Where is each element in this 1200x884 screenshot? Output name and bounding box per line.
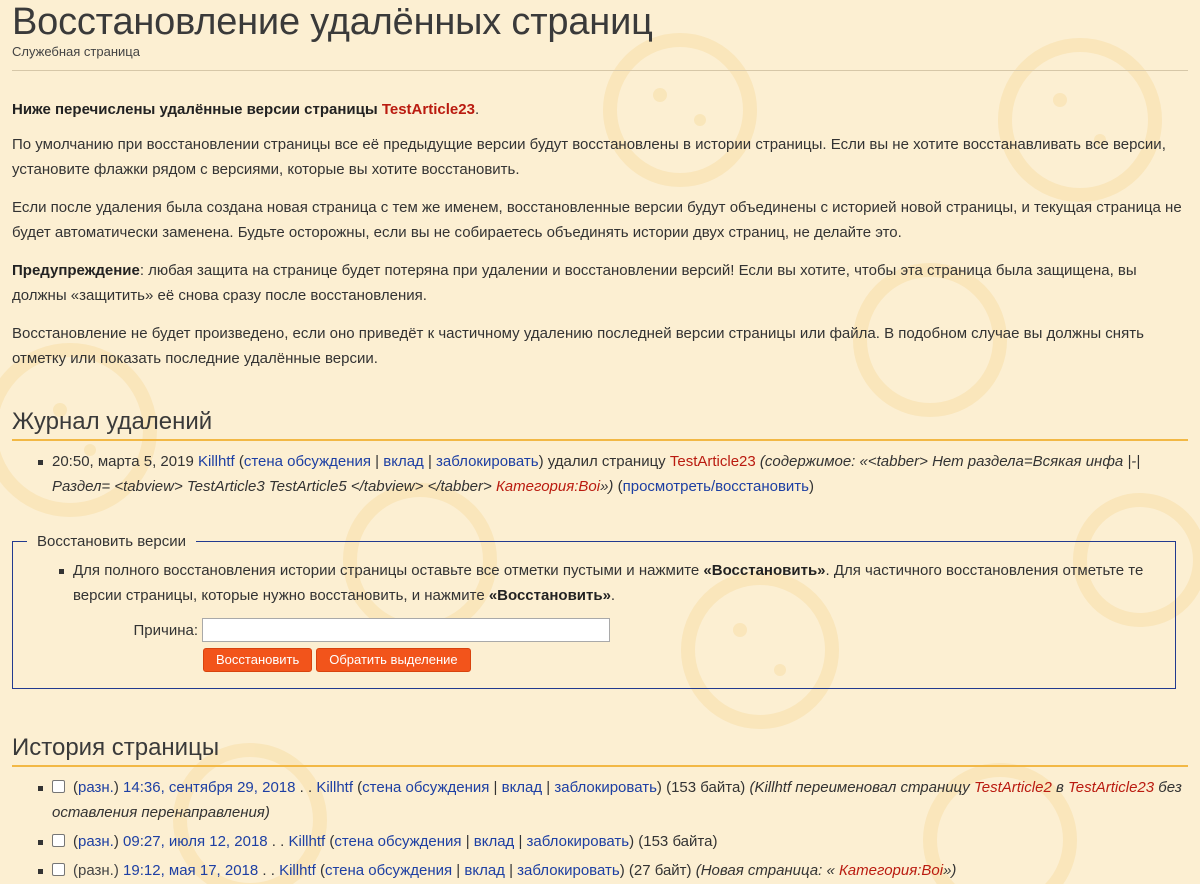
restore-legend: Восстановить версии [37,533,186,550]
warning-label: Предупреждение [12,262,140,279]
revision-checkbox[interactable] [52,863,65,876]
diff-link[interactable]: разн. [78,779,114,796]
invert-selection-button[interactable]: Обратить выделение [316,648,471,672]
page-subtitle: Служебная страница [12,44,140,59]
history-row: (разн.) 14:36, сентября 29, 2018 . . Kil… [12,775,1188,825]
restore-buttons: Восстановить Обратить выделение [203,648,1175,672]
summary-from-link[interactable]: TestArticle2 [974,779,1052,796]
restore-instruction: Для полного восстановления истории стран… [13,558,1175,608]
log-user-link[interactable]: Killhtf [198,453,235,470]
intro-page-link[interactable]: TestArticle23 [382,101,475,118]
revision-time-link[interactable]: 19:12, мая 17, 2018 [123,862,258,879]
revision-talk-link[interactable]: стена обсуждения [334,833,461,850]
revision-size: (27 байт) [628,862,692,879]
revision-contribs-link[interactable]: вклад [502,779,543,796]
restore-button[interactable]: Восстановить [203,648,313,672]
page-title: Восстановление удалённых страниц [12,1,653,43]
revision-summary: (Новая страница: « Категория:Boi») [695,862,957,879]
paragraph-warning: Предупреждение: любая защита на странице… [12,258,1188,308]
paragraph-merge: Если после удаления была создана новая с… [12,199,1182,241]
log-talk-link[interactable]: стена обсуждения [244,453,371,470]
log-block-link[interactable]: заблокировать [436,453,539,470]
paragraph-partial: Восстановление не будет произведено, есл… [12,325,1144,367]
deletion-log-heading: Журнал удалений [12,407,1188,441]
restore-fieldset: Восстановить версии Для полного восстано… [12,533,1176,689]
summary-to-link[interactable]: TestArticle23 [1068,779,1154,796]
warning-text: : любая защита на странице будет потерян… [12,262,1137,304]
page-history-list: (разн.) 14:36, сентября 29, 2018 . . Kil… [12,775,1188,883]
revision-time-link[interactable]: 09:27, июля 12, 2018 [123,833,268,850]
revision-block-link[interactable]: заблокировать [527,833,630,850]
view-restore-link[interactable]: просмотреть/восстановить [623,478,809,495]
revision-user-link[interactable]: Killhtf [279,862,316,879]
log-page-link[interactable]: TestArticle23 [670,453,756,470]
deletion-log-list: 20:50, марта 5, 2019 Killhtf (стена обсу… [12,449,1188,499]
title-divider [12,70,1188,71]
revision-block-link[interactable]: заблокировать [517,862,620,879]
diff-link[interactable]: разн. [78,833,114,850]
revision-checkbox[interactable] [52,780,65,793]
revision-checkbox[interactable] [52,834,65,847]
revision-user-link[interactable]: Killhtf [316,779,353,796]
revision-size: (153 байта) [666,779,746,796]
intro-line: Ниже перечислены удалённые версии страни… [12,101,480,118]
revision-time-link[interactable]: 14:36, сентября 29, 2018 [123,779,295,796]
reason-row: Причина: [13,618,1175,642]
revision-talk-link[interactable]: стена обсуждения [325,862,452,879]
revision-block-link[interactable]: заблокировать [554,779,657,796]
reason-label: Причина: [133,621,199,639]
deletion-log-entry: 20:50, марта 5, 2019 Killhtf (стена обсу… [12,449,1188,499]
revision-contribs-link[interactable]: вклад [464,862,505,879]
page-history-heading: История страницы [12,733,1188,767]
intro-text: Ниже перечислены удалённые версии страни… [12,101,382,118]
revision-talk-link[interactable]: стена обсуждения [362,779,489,796]
main-content: Восстановление удалённых страниц Служебн… [0,0,1188,883]
summary-category-link[interactable]: Категория:Boi [839,862,943,879]
log-category-link[interactable]: Категория:Boi [496,478,600,495]
paragraph-default-restore: По умолчанию при восстановлении страницы… [12,136,1166,178]
log-contribs-link[interactable]: вклад [383,453,424,470]
revision-user-link[interactable]: Killhtf [288,833,325,850]
diff-label: разн. [78,862,114,879]
history-row: (разн.) 09:27, июля 12, 2018 . . Killhtf… [12,829,1188,854]
history-row: (разн.) 19:12, мая 17, 2018 . . Killhtf … [12,858,1188,883]
restore-instructions: Для полного восстановления истории стран… [13,558,1175,608]
reason-input[interactable] [202,618,610,642]
revision-size: (153 байта) [638,833,718,850]
revision-contribs-link[interactable]: вклад [474,833,515,850]
